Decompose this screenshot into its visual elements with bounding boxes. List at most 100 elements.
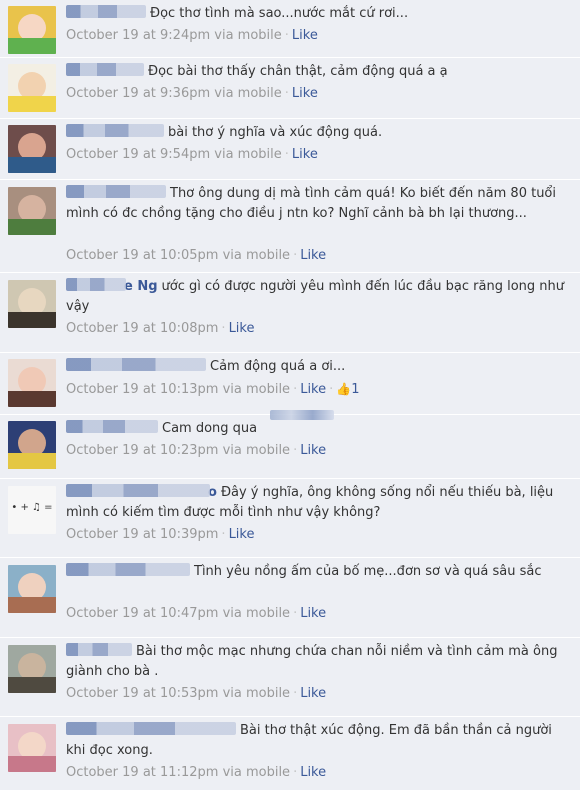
timestamp-link[interactable]: October 19 at 10:47pm: [66, 606, 218, 621]
author-name-link[interactable]: [66, 358, 206, 371]
comment-body: Cảm động quá a ơi...: [66, 357, 574, 377]
author-name-link[interactable]: [66, 484, 210, 497]
separator-dot: ·: [284, 28, 289, 43]
like-button[interactable]: Like: [300, 382, 326, 397]
separator-dot: ·: [293, 248, 298, 263]
avatar[interactable]: [8, 724, 56, 772]
separator-dot: ·: [293, 765, 298, 780]
avatar[interactable]: [8, 421, 56, 469]
comment-meta: October 19 at 9:54pm via mobile · Like: [66, 146, 318, 164]
comment-item: e Ng ước gì có được người yêu mình đến lú…: [0, 273, 580, 353]
separator-dot: ·: [221, 527, 226, 542]
comment-text: Cam dong qua: [162, 421, 258, 436]
comment-body: Bài thơ mộc mạc nhưng chứa chan nỗi niềm…: [66, 642, 574, 682]
like-button[interactable]: Like: [229, 527, 255, 542]
like-button[interactable]: Like: [292, 147, 318, 162]
comment-body: Đọc thơ tình mà sao...nước mắt cứ rơi...: [66, 4, 574, 24]
comment-meta: October 19 at 10:23pm via mobile · Like: [66, 442, 326, 460]
author-name-suffix[interactable]: e Ng: [124, 279, 158, 294]
avatar[interactable]: [8, 125, 56, 173]
separator-dot: ·: [293, 443, 298, 458]
via-source: via mobile: [222, 443, 291, 458]
comment-text: Tình yêu nồng ấm của bố mẹ...đơn sơ và q…: [194, 564, 542, 579]
author-name-link[interactable]: [66, 63, 144, 76]
like-button[interactable]: Like: [300, 248, 326, 263]
separator-dot: ·: [329, 382, 334, 397]
author-name-link[interactable]: [66, 185, 166, 198]
timestamp-link[interactable]: October 19 at 9:54pm: [66, 147, 210, 162]
timestamp-link[interactable]: October 19 at 10:39pm: [66, 527, 218, 542]
timestamp-link[interactable]: October 19 at 11:12pm: [66, 765, 218, 780]
timestamp-link[interactable]: October 19 at 10:53pm: [66, 686, 218, 701]
comment-text: Đọc thơ tình mà sao...nước mắt cứ rơi...: [150, 6, 409, 21]
separator-dot: ·: [221, 321, 226, 336]
comment-body: Đọc bài thơ thấy chân thật, cảm động quá…: [66, 62, 574, 82]
hover-tooltip: [270, 410, 334, 420]
via-source: via mobile: [214, 28, 282, 43]
comment-meta: October 19 at 10:08pm · Like: [66, 320, 254, 338]
like-button[interactable]: Like: [300, 686, 326, 701]
comment-meta: October 19 at 11:12pm via mobile · Like: [66, 764, 326, 782]
avatar[interactable]: [8, 187, 56, 235]
like-button[interactable]: Like: [300, 606, 326, 621]
via-source: via mobile: [222, 382, 291, 397]
comment-meta: October 19 at 10:53pm via mobile · Like: [66, 685, 326, 703]
avatar[interactable]: [8, 64, 56, 112]
comment-body: bài thơ ý nghĩa và xúc động quá.: [66, 123, 574, 143]
like-button[interactable]: Like: [300, 443, 326, 458]
via-source: via mobile: [222, 248, 291, 263]
comment-list: Đọc thơ tình mà sao...nước mắt cứ rơi...…: [0, 0, 580, 791]
author-name-link[interactable]: [66, 124, 164, 137]
comment-item: Cam dong qua October 19 at 10:23pm via mo…: [0, 415, 580, 479]
avatar[interactable]: [8, 6, 56, 54]
comment-meta: October 19 at 10:05pm via mobile · Like: [66, 247, 326, 265]
timestamp-link[interactable]: October 19 at 9:24pm: [66, 28, 210, 43]
comment-item: bài thơ ý nghĩa và xúc động quá. October …: [0, 119, 580, 180]
comment-meta: October 19 at 10:47pm via mobile · Like: [66, 605, 326, 623]
comment-meta: October 19 at 10:39pm · Like: [66, 526, 254, 544]
comment-text: Đọc bài thơ thấy chân thật, cảm động quá…: [148, 64, 448, 79]
separator-dot: ·: [293, 686, 298, 701]
separator-dot: ·: [293, 382, 298, 397]
separator-dot: ·: [293, 606, 298, 621]
timestamp-link[interactable]: October 19 at 10:08pm: [66, 321, 218, 336]
comment-item: Cảm động quá a ơi... October 19 at 10:13p…: [0, 353, 580, 415]
comment-body: Bài thơ thật xúc động. Em đã bần thần cả…: [66, 721, 574, 761]
via-source: via mobile: [222, 686, 291, 701]
timestamp-link[interactable]: October 19 at 10:13pm: [66, 382, 218, 397]
like-button[interactable]: Like: [292, 28, 318, 43]
comment-item: Bài thơ mộc mạc nhưng chứa chan nỗi niềm…: [0, 638, 580, 717]
avatar-glyph: • + ♫ =: [11, 502, 53, 513]
separator-dot: ·: [284, 147, 289, 162]
avatar[interactable]: [8, 565, 56, 613]
like-button[interactable]: Like: [300, 765, 326, 780]
like-button[interactable]: Like: [292, 86, 318, 101]
like-count[interactable]: 1: [351, 382, 359, 397]
avatar[interactable]: [8, 280, 56, 328]
author-name-link[interactable]: [66, 563, 190, 576]
via-source: via mobile: [214, 147, 282, 162]
comment-meta: October 19 at 9:36pm via mobile · Like: [66, 85, 318, 103]
thumbs-up-icon[interactable]: 👍: [336, 382, 351, 396]
comment-body: e Ng ước gì có được người yêu mình đến lú…: [66, 277, 574, 317]
author-name-link[interactable]: [66, 5, 146, 18]
via-source: via mobile: [214, 86, 282, 101]
comment-item: Đọc bài thơ thấy chân thật, cảm động quá…: [0, 58, 580, 119]
comment-body: Tình yêu nồng ấm của bố mẹ...đơn sơ và q…: [66, 562, 574, 582]
avatar[interactable]: [8, 645, 56, 693]
via-source: via mobile: [222, 765, 291, 780]
avatar[interactable]: • + ♫ =: [8, 486, 56, 534]
timestamp-link[interactable]: October 19 at 10:05pm: [66, 248, 218, 263]
author-name-link[interactable]: [66, 643, 132, 656]
avatar[interactable]: [8, 359, 56, 407]
timestamp-link[interactable]: October 19 at 10:23pm: [66, 443, 218, 458]
author-name-link[interactable]: [66, 420, 158, 433]
author-name-link[interactable]: [66, 722, 236, 735]
timestamp-link[interactable]: October 19 at 9:36pm: [66, 86, 210, 101]
like-button[interactable]: Like: [229, 321, 255, 336]
comment-body: Thơ ông dung dị mà tình cảm quá! Ko biết…: [66, 184, 574, 224]
comment-item: Thơ ông dung dị mà tình cảm quá! Ko biết…: [0, 180, 580, 273]
comment-text: bài thơ ý nghĩa và xúc động quá.: [168, 125, 383, 140]
author-name-link[interactable]: [66, 278, 126, 291]
separator-dot: ·: [284, 86, 289, 101]
